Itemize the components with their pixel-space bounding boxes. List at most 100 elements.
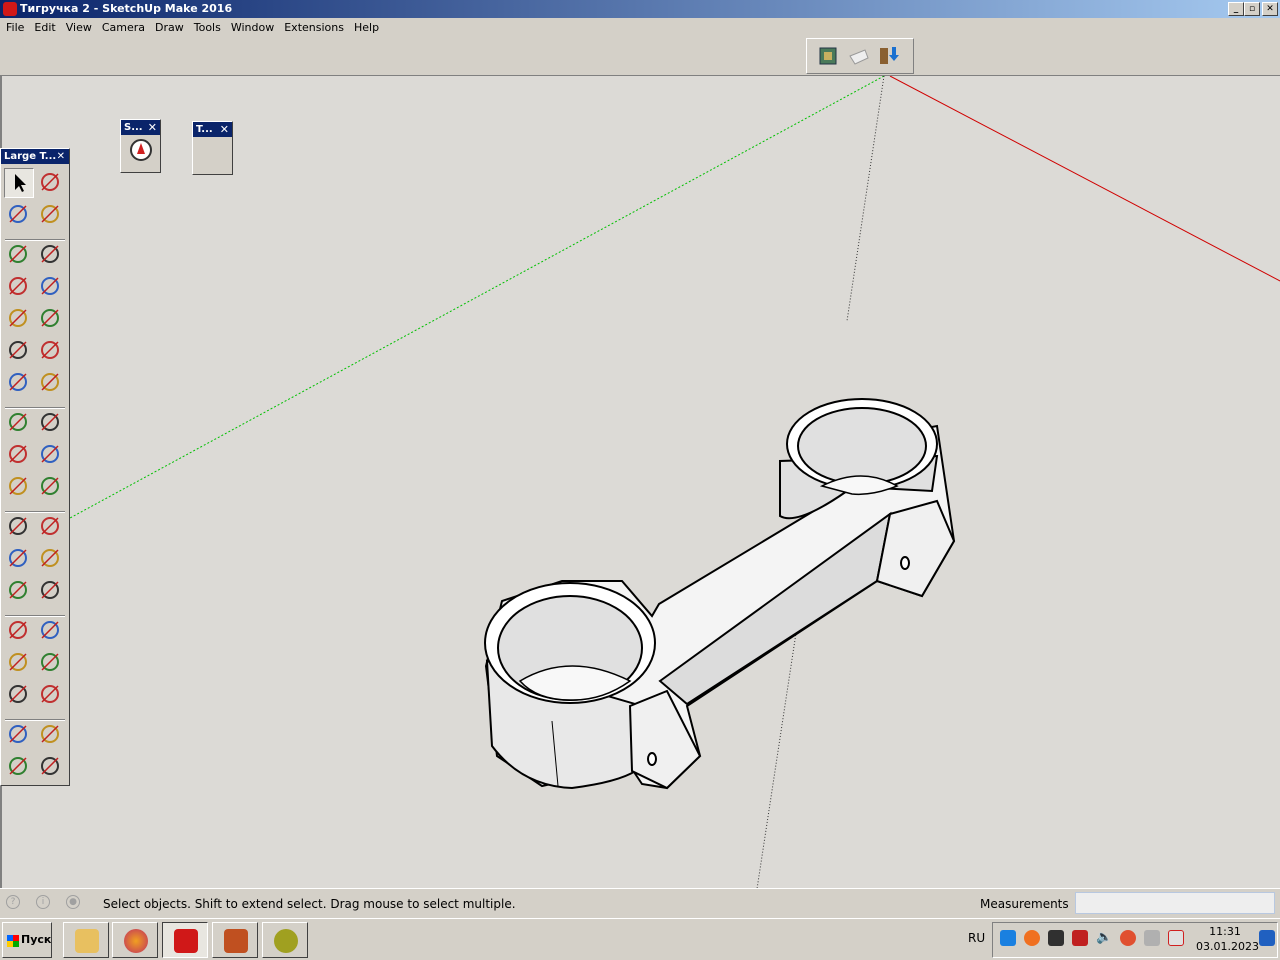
network-icon[interactable]	[1144, 930, 1160, 946]
action-center-flag-icon[interactable]	[1168, 930, 1184, 946]
leaf-app-icon	[274, 929, 298, 953]
tool-rotate[interactable]	[4, 440, 34, 470]
menu-tools[interactable]: Tools	[190, 18, 227, 38]
tool-orbit[interactable]	[4, 616, 34, 646]
taskbar-rhino-app[interactable]	[212, 922, 258, 958]
menu-file[interactable]: File	[2, 18, 30, 38]
pie-icon	[41, 373, 59, 391]
position-camera-icon	[9, 725, 27, 743]
tool-rotated-rectangle[interactable]	[36, 272, 66, 302]
rotated-rectangle-icon	[41, 277, 59, 295]
zoom-window-icon	[41, 653, 59, 671]
make-component-icon	[41, 173, 59, 191]
language-indicator[interactable]: RU	[968, 931, 985, 945]
credits-icon[interactable]: i	[36, 895, 50, 909]
avast-tray-icon[interactable]	[1024, 930, 1040, 946]
tool-arc[interactable]	[4, 336, 34, 366]
model-canvas[interactable]	[2, 76, 1280, 889]
toolbar-separator	[5, 511, 65, 513]
geolocation-icon[interactable]: ?	[6, 895, 20, 909]
menu-extensions[interactable]: Extensions	[280, 18, 350, 38]
tool-pan[interactable]	[36, 616, 66, 646]
walk-icon	[9, 757, 27, 775]
tool-previous[interactable]	[36, 680, 66, 710]
tool-3d-text[interactable]	[36, 576, 66, 606]
taskbar-leaf-app[interactable]	[262, 922, 308, 958]
close-button[interactable]: ✕	[1262, 2, 1278, 16]
tool-circle[interactable]	[4, 304, 34, 334]
3d-warehouse-download-icon[interactable]	[877, 44, 901, 68]
tool-rectangle[interactable]	[4, 272, 34, 302]
scale-icon	[9, 477, 27, 495]
menu-bar: File Edit View Camera Draw Tools Window …	[0, 18, 1280, 38]
tool-pie[interactable]	[36, 368, 66, 398]
tool-section-plane[interactable]	[36, 752, 66, 782]
text-panel-title: T...	[196, 124, 213, 135]
menu-window[interactable]: Window	[227, 18, 280, 38]
minimize-button[interactable]: _	[1228, 2, 1244, 16]
tool-freehand[interactable]	[36, 240, 66, 270]
drawing-viewport[interactable]: S... ✕ T... ✕	[0, 75, 1280, 889]
tool-scale[interactable]	[4, 472, 34, 502]
tool-follow-me[interactable]	[36, 440, 66, 470]
push-pull-icon	[41, 413, 59, 431]
share-model-icon[interactable]	[847, 44, 871, 68]
tool-protractor[interactable]	[4, 544, 34, 574]
zoom-icon	[9, 653, 27, 671]
tool-look-around[interactable]	[36, 720, 66, 750]
clock[interactable]: 11:31 03.01.2023	[1196, 924, 1259, 954]
close-icon[interactable]: ✕	[57, 149, 65, 164]
nvidia-tray-icon[interactable]	[1048, 930, 1064, 946]
tool-select[interactable]	[4, 168, 34, 198]
menu-camera[interactable]: Camera	[98, 18, 151, 38]
volume-icon[interactable]: 🔈	[1096, 930, 1112, 946]
tool-offset[interactable]	[36, 472, 66, 502]
measurements-input[interactable]	[1075, 892, 1275, 914]
tool-line[interactable]	[4, 240, 34, 270]
menu-view[interactable]: View	[62, 18, 98, 38]
tool-zoom[interactable]	[4, 648, 34, 678]
tool-move[interactable]	[4, 408, 34, 438]
tool-axes[interactable]	[4, 576, 34, 606]
camera-tray-icon[interactable]	[1072, 930, 1088, 946]
polygon-icon	[41, 309, 59, 327]
tool-polygon[interactable]	[36, 304, 66, 334]
tool-text[interactable]	[36, 544, 66, 574]
styles-icon[interactable]	[129, 138, 153, 162]
tool-position-camera[interactable]	[4, 720, 34, 750]
tool-2pt-arc[interactable]	[36, 336, 66, 366]
tool-3pt-arc[interactable]	[4, 368, 34, 398]
tool-walk[interactable]	[4, 752, 34, 782]
paint-bucket-icon	[9, 205, 27, 223]
taskbar-sketchup[interactable]	[162, 922, 208, 958]
tool-eraser[interactable]	[36, 200, 66, 230]
handle-model[interactable]	[484, 398, 956, 790]
menu-draw[interactable]: Draw	[151, 18, 190, 38]
toolbar-separator	[5, 719, 65, 721]
rotate-icon	[9, 445, 27, 463]
ccleaner-tray-icon[interactable]	[1120, 930, 1136, 946]
clock-date: 03.01.2023	[1196, 940, 1259, 953]
tool-zoom-extents[interactable]	[4, 680, 34, 710]
tool-zoom-window[interactable]	[36, 648, 66, 678]
user-icon[interactable]: ●	[66, 895, 80, 909]
start-button[interactable]: Пуск	[2, 922, 52, 958]
tool-paint-bucket[interactable]	[4, 200, 34, 230]
restore-button[interactable]: ▫	[1244, 2, 1260, 16]
taskbar-firefox[interactable]	[112, 922, 158, 958]
close-icon[interactable]: ✕	[148, 120, 157, 135]
menu-help[interactable]: Help	[350, 18, 385, 38]
tool-make-component[interactable]	[36, 168, 66, 198]
l-app-tray-icon[interactable]	[1000, 930, 1016, 946]
tool-tape-measure[interactable]	[4, 512, 34, 542]
large-tool-set-panel: Large T... ✕	[0, 148, 70, 786]
tool-push-pull[interactable]	[36, 408, 66, 438]
tool-dimension[interactable]	[36, 512, 66, 542]
red-axis	[889, 76, 1280, 282]
firefox-icon	[124, 929, 148, 953]
add-location-icon[interactable]	[817, 44, 841, 68]
close-icon[interactable]: ✕	[220, 122, 229, 137]
menu-edit[interactable]: Edit	[30, 18, 61, 38]
show-desktop-icon[interactable]	[1259, 930, 1275, 946]
taskbar-file-explorer[interactable]	[63, 922, 109, 958]
